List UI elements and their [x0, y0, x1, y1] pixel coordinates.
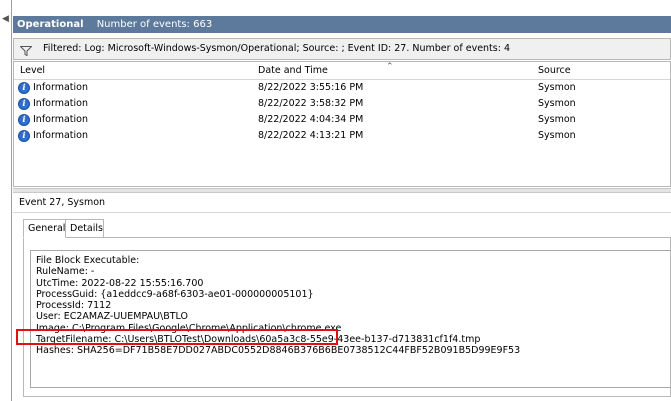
events-list[interactable]: Level Date and Time ⌃ Source Information… — [13, 61, 671, 187]
row-level: Information — [33, 98, 88, 109]
row-source: Sysmon — [538, 82, 576, 93]
row-date-time: 8/22/2022 4:13:21 PM — [258, 130, 364, 141]
event-count: Number of events: 663 — [96, 19, 213, 30]
tab-general[interactable]: General — [23, 219, 66, 238]
event-general-panel: File Block Executable: RuleName: - UtcTi… — [23, 237, 671, 397]
table-row[interactable]: Information 8/22/2022 4:13:21 PM Sysmon — [14, 128, 670, 144]
row-level: Information — [33, 130, 88, 141]
info-icon — [18, 98, 30, 110]
info-icon — [18, 130, 30, 142]
row-source: Sysmon — [538, 98, 576, 109]
event-line-processguid: ProcessGuid: {a1eddcc9-a68f-6303-ae01-00… — [36, 288, 314, 300]
column-header-level[interactable]: Level — [20, 62, 45, 80]
list-header: Level Date and Time ⌃ Source — [14, 62, 670, 80]
row-date-time: 8/22/2022 3:55:16 PM — [258, 82, 364, 93]
filter-text: Filtered: Log: Microsoft-Windows-Sysmon/… — [43, 43, 510, 54]
info-icon — [18, 82, 30, 94]
funnel-icon — [19, 44, 33, 56]
log-name: Operational — [17, 19, 84, 30]
event-line-title: File Block Executable: — [36, 255, 140, 266]
log-title-bar: Operational Number of events: 663 — [13, 16, 671, 33]
row-date-time: 8/22/2022 4:04:34 PM — [258, 114, 364, 125]
chevron-left-icon[interactable]: ◀ — [2, 14, 9, 24]
event-description: File Block Executable: RuleName: - UtcTi… — [36, 255, 520, 357]
event-detail-title: Event 27, Sysmon — [13, 193, 671, 213]
table-row[interactable]: Information 8/22/2022 4:04:34 PM Sysmon — [14, 112, 670, 128]
column-header-source[interactable]: Source — [538, 62, 571, 80]
filter-bar: Filtered: Log: Microsoft-Windows-Sysmon/… — [13, 38, 671, 60]
event-line-user: User: EC2AMAZ-UUEMPAU\BTLO — [36, 311, 188, 323]
event-line-targetfilename: TargetFilename: C:\Users\BTLOTest\Downlo… — [36, 334, 481, 346]
row-source: Sysmon — [538, 130, 576, 141]
event-line-image: Image: C:\Program Files\Google\Chrome\Ap… — [36, 322, 342, 334]
row-source: Sysmon — [538, 114, 576, 125]
event-line-processid: ProcessId: 7112 — [36, 300, 112, 312]
column-header-date-time[interactable]: Date and Time — [258, 62, 328, 80]
table-row[interactable]: Information 8/22/2022 3:58:32 PM Sysmon — [14, 96, 670, 112]
event-line-rulename: RuleName: - — [36, 266, 95, 278]
row-level: Information — [33, 82, 88, 93]
event-line-utctime: UtcTime: 2022-08-22 15:55:16.700 — [36, 277, 204, 289]
info-icon — [18, 114, 30, 126]
event-viewer-main: Operational Number of events: 663 Filter… — [13, 0, 671, 401]
table-row[interactable]: Information 8/22/2022 3:55:16 PM Sysmon — [14, 80, 670, 96]
event-line-hashes: Hashes: SHA256=DF71B58E7DD027ABDC0552D88… — [36, 345, 521, 357]
left-pane-edge: ◀ — [0, 0, 12, 401]
tab-details[interactable]: Details — [66, 219, 104, 238]
row-date-time: 8/22/2022 3:58:32 PM — [258, 98, 364, 109]
row-level: Information — [33, 114, 88, 125]
sort-arrow-icon: ⌃ — [386, 62, 394, 72]
